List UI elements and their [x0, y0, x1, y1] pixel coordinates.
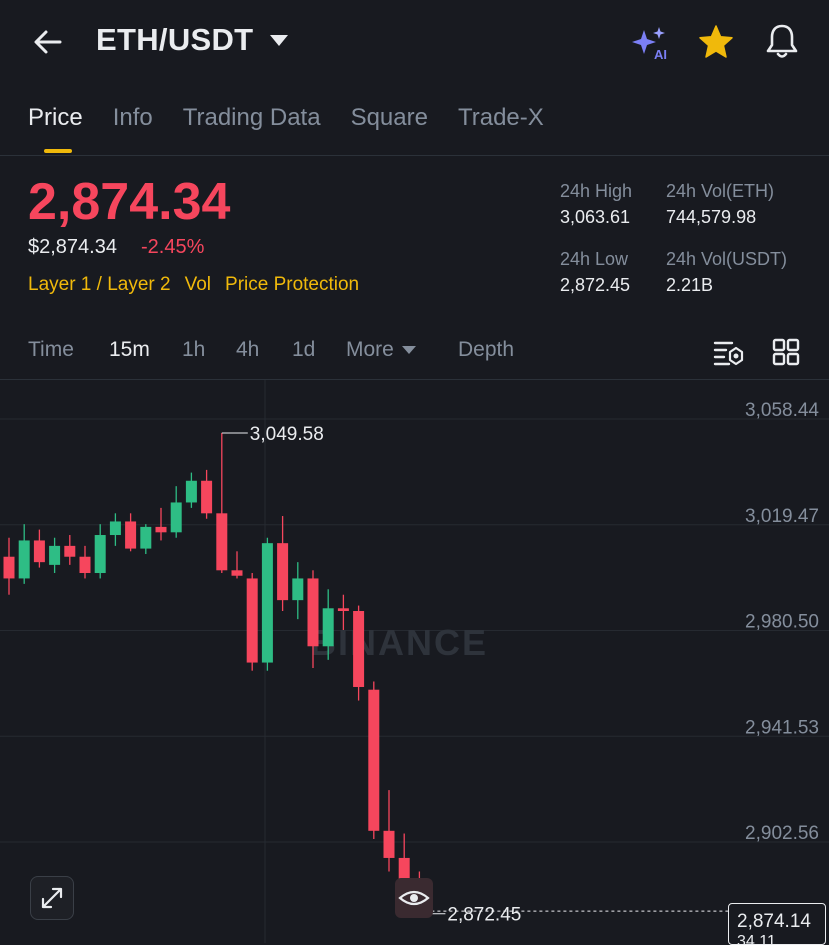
fullscreen-button[interactable]	[30, 876, 74, 920]
layout-grid-icon[interactable]	[772, 338, 800, 366]
tab-bar: Price Info Trading Data Square Trade-X	[28, 104, 544, 144]
y-tick-label: 2,941.53	[745, 717, 819, 738]
tab-info[interactable]: Info	[113, 104, 153, 144]
candle-body	[18, 540, 30, 579]
eye-icon	[398, 890, 430, 906]
timeframe-1d[interactable]: 1d	[292, 338, 315, 362]
stat-high-label: 24h High	[560, 181, 633, 201]
candle-body	[33, 540, 45, 563]
candle-body	[170, 502, 182, 533]
active-tab-indicator	[44, 149, 72, 153]
candle-body	[246, 578, 258, 663]
candle-body	[322, 608, 334, 647]
candle-body	[383, 830, 395, 858]
chevron-down-icon	[401, 346, 416, 355]
y-tick-label: 2,902.56	[745, 823, 819, 844]
header-bar: ETH/USDT AI	[0, 0, 829, 90]
candle-body	[307, 578, 319, 647]
usd-price: $2,874.34	[28, 236, 117, 258]
tab-price[interactable]: Price	[28, 104, 83, 144]
eye-toggle-button[interactable]	[395, 878, 433, 918]
timeframe-1h[interactable]: 1h	[182, 338, 205, 362]
candle-body	[292, 578, 304, 601]
timeframe-4h[interactable]: 4h	[236, 338, 259, 362]
tab-trading-data[interactable]: Trading Data	[183, 104, 321, 144]
timeframe-more[interactable]: More	[346, 338, 416, 362]
candle-body	[201, 480, 213, 514]
more-label: More	[346, 338, 394, 361]
tab-square[interactable]: Square	[351, 104, 428, 144]
stat-vol-eth-label: 24h Vol(ETH)	[666, 181, 775, 201]
y-tick-label: 3,058.44	[745, 400, 819, 421]
stat-vol-usdt-value: 2.21B	[666, 275, 714, 295]
candle-body	[94, 535, 106, 574]
watermark: BINANCE	[310, 622, 488, 663]
price-change: -2.45%	[141, 236, 205, 258]
candle-body	[79, 556, 91, 574]
y-tick-label: 3,019.47	[745, 506, 819, 527]
last-price: 2,874.34	[28, 173, 231, 231]
high-annotation: 3,049.58	[250, 424, 324, 445]
bell-icon[interactable]	[764, 22, 800, 60]
expand-icon	[41, 887, 63, 909]
candle-body	[277, 543, 289, 601]
timeframe-15m[interactable]: 15m	[109, 338, 150, 362]
tab-trade-x[interactable]: Trade-X	[458, 104, 544, 144]
tag-vol[interactable]: Vol	[185, 274, 211, 296]
stat-vol-eth-value: 744,579.98	[666, 207, 757, 227]
tag-price-protection[interactable]: Price Protection	[225, 274, 359, 296]
candle-body	[216, 513, 228, 571]
stat-vol-usdt-label: 24h Vol(USDT)	[666, 249, 788, 269]
candle-body	[185, 480, 197, 503]
tag-layer[interactable]: Layer 1 / Layer 2	[28, 274, 171, 296]
candle-body	[155, 526, 167, 533]
stat-low-value: 2,872.45	[560, 275, 631, 295]
last-price-label: 2,874.14	[737, 911, 811, 932]
y-tick-label: 2,980.50	[745, 612, 819, 633]
candle-body	[49, 545, 61, 565]
tag-row: Layer 1 / Layer 2 Vol Price Protection	[28, 274, 373, 296]
indicator-settings-icon[interactable]	[712, 338, 744, 368]
candle-body	[261, 543, 273, 663]
candle-body	[125, 521, 137, 549]
star-icon[interactable]	[697, 24, 735, 60]
candle-body	[3, 556, 15, 579]
candlestick-chart[interactable]: 3,058.44 3,019.47 2,980.50 2,941.53 2,902.56…	[0, 380, 829, 943]
ai-sparkle-icon[interactable]: AI	[630, 24, 670, 62]
candle-body	[231, 570, 243, 576]
caret-down-icon[interactable]	[270, 35, 288, 46]
timeframe-time[interactable]: Time	[28, 338, 74, 362]
candle-body	[109, 521, 121, 536]
stat-low-label: 24h Low	[560, 249, 629, 269]
timeframe-depth[interactable]: Depth	[458, 338, 514, 362]
last-price-sub: 34.11	[737, 933, 776, 945]
candle-body	[368, 689, 380, 831]
svg-text:AI: AI	[654, 47, 667, 62]
last-price-tag: 2,874.14 34.11	[728, 903, 826, 945]
stat-high-value: 3,063.61	[560, 207, 631, 227]
candle-body	[353, 611, 365, 687]
candle-body	[64, 545, 76, 557]
candle-body	[140, 526, 152, 549]
low-annotation: 2,872.45	[447, 905, 521, 926]
candle-body	[337, 608, 349, 612]
back-arrow-icon[interactable]	[30, 24, 66, 60]
divider	[0, 155, 829, 156]
pair-title[interactable]: ETH/USDT	[96, 22, 253, 58]
candle-body	[398, 857, 410, 880]
